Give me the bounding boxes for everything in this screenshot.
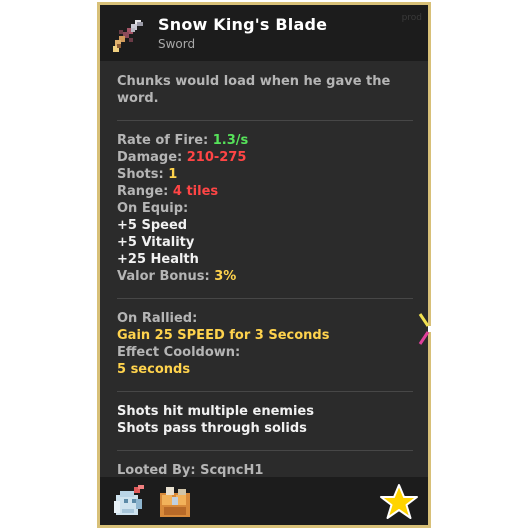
stat-valor-bonus: Valor Bonus: 3%	[117, 268, 413, 285]
tooltip-footer	[100, 477, 428, 525]
stat-range: Range: 4 tiles	[117, 183, 413, 200]
cooldown-value: 5 seconds	[117, 362, 191, 377]
on-equip-health: +25 Health	[117, 252, 199, 267]
on-equip-vitality: +5 Vitality	[117, 235, 195, 250]
shots-value: 1	[168, 167, 178, 182]
divider	[117, 120, 413, 121]
soulbound-icon	[114, 485, 144, 515]
star-icon[interactable]	[379, 483, 419, 521]
watermark-text: prod	[401, 13, 422, 23]
shots-label: Shots:	[117, 167, 169, 182]
stat-rate-of-fire: Rate of Fire: 1.3/s	[117, 132, 413, 149]
item-tooltip: Snow King's Blade Sword prod Chunks woul…	[97, 2, 431, 528]
on-equip-label: On Equip:	[117, 201, 189, 216]
damage-value: 210-275	[186, 150, 247, 165]
backpack-icon	[160, 487, 190, 517]
sword-icon	[113, 20, 143, 52]
valor-bonus-label: Valor Bonus:	[117, 269, 215, 284]
on-equip-speed: +5 Speed	[117, 218, 188, 233]
rate-of-fire-label: Rate of Fire:	[117, 133, 213, 148]
divider	[117, 450, 413, 451]
slot-marker-icon	[418, 313, 433, 345]
stat-damage: Damage: 210-275	[117, 149, 413, 166]
item-name: Snow King's Blade	[158, 15, 328, 34]
range-value: 4 tiles	[172, 184, 219, 199]
item-type: Sword	[158, 37, 196, 51]
property-multi-hit: Shots hit multiple enemies	[117, 404, 314, 419]
property-pass-solids: Shots pass through solids	[117, 421, 307, 436]
cooldown-label: Effect Cooldown:	[117, 345, 241, 360]
range-label: Range:	[117, 184, 173, 199]
item-description: Chunks would load when he gave the word.	[117, 74, 391, 106]
divider	[117, 391, 413, 392]
tooltip-header: Snow King's Blade Sword prod	[100, 5, 428, 61]
tooltip-body: Chunks would load when he gave the word.…	[117, 73, 413, 479]
divider	[117, 298, 413, 299]
stat-shots: Shots: 1	[117, 166, 413, 183]
on-rallied-label: On Rallied:	[117, 311, 198, 326]
damage-label: Damage:	[117, 150, 187, 165]
rate-of-fire-value: 1.3/s	[212, 133, 249, 148]
on-rallied-value: Gain 25 SPEED for 3 Seconds	[117, 328, 330, 343]
valor-bonus-value: 3%	[214, 269, 237, 284]
